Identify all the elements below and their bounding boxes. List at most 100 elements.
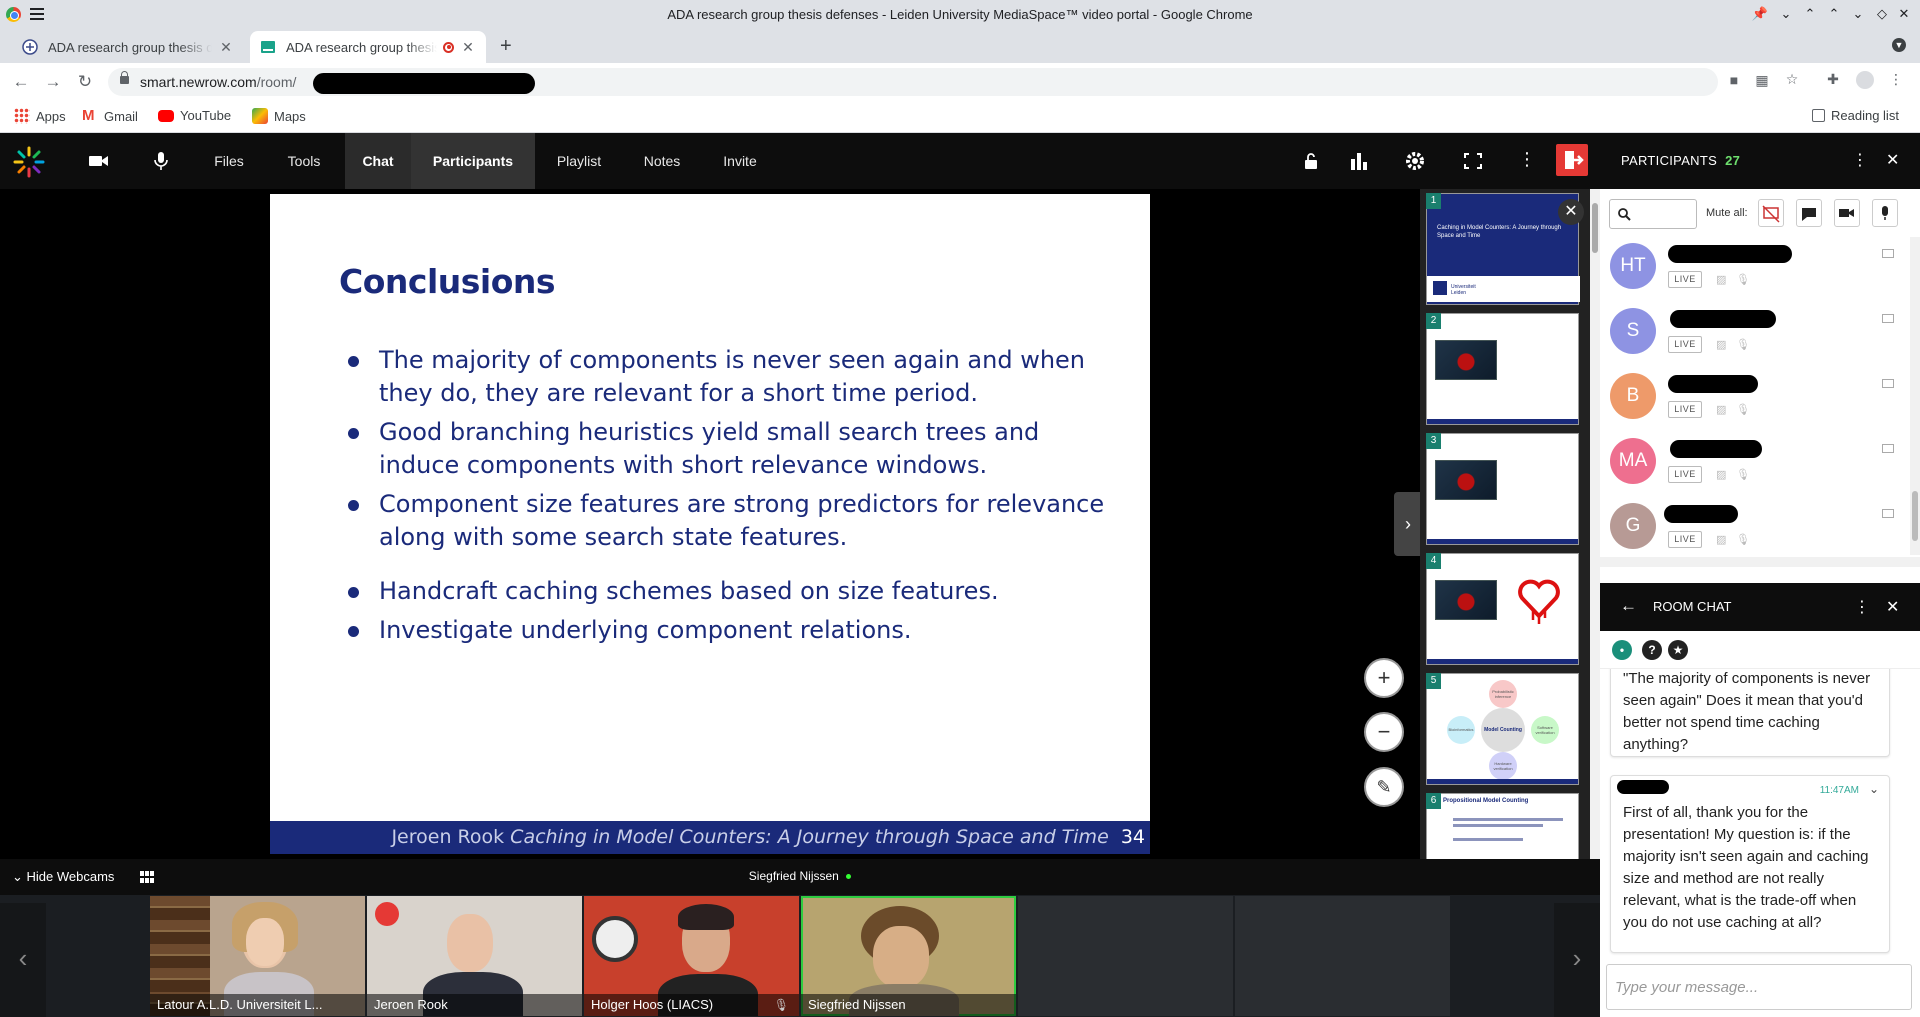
live-badge[interactable]: LIVE <box>1668 466 1702 483</box>
participant-options-icon[interactable] <box>1882 444 1894 453</box>
collapse-thumbnails-chevron-icon[interactable]: › <box>1394 492 1422 556</box>
slide-canvas[interactable]: Conclusions The majority of components i… <box>270 194 1150 854</box>
message-options-chevron-icon[interactable]: ⌄ <box>1869 778 1879 800</box>
nav-participants[interactable]: Participants <box>411 133 535 189</box>
extensions-puzzle-icon[interactable]: ✚ <box>1825 71 1841 87</box>
thumbnail-4[interactable]: 4 <box>1426 553 1579 665</box>
participant-row[interactable]: HT LIVE ▨ 🎙 <box>1600 237 1920 302</box>
participants-hscrollbar[interactable] <box>1600 557 1920 567</box>
diamond-icon[interactable]: ◇ <box>1872 6 1892 22</box>
back-arrow-icon[interactable]: ← <box>10 72 32 92</box>
participant-row[interactable]: S LIVE ▨ 🎙 <box>1600 302 1920 367</box>
settings-gear-icon[interactable] <box>1404 151 1426 171</box>
pin-icon[interactable]: 📌 <box>1750 6 1770 22</box>
scrollbar-thumb[interactable] <box>1912 491 1918 541</box>
microphone-icon[interactable] <box>150 151 172 171</box>
chrome-menu-icon[interactable]: ⋮ <box>1888 71 1904 87</box>
fullscreen-icon[interactable] <box>1462 151 1484 171</box>
thumbnails-scrollbar[interactable] <box>1590 189 1600 859</box>
tab-search-chevron-icon[interactable]: ▼ <box>1892 38 1906 52</box>
minimize-all-icon[interactable]: ⌄ <box>1776 6 1796 22</box>
more-options-icon[interactable]: ⋮ <box>1518 149 1536 170</box>
chat-message-input[interactable] <box>1607 965 1911 1009</box>
thumbnail-6[interactable]: 6 Propositional Model Counting <box>1426 793 1579 859</box>
scrollbar-thumb[interactable] <box>1592 203 1598 253</box>
thumbnail-1[interactable]: 1 Caching in Model Counters: A Journey t… <box>1426 193 1580 305</box>
minimize-icon[interactable]: ⌄ <box>1848 6 1868 22</box>
camera-in-use-icon[interactable]: ■ <box>1726 72 1742 88</box>
leave-room-button[interactable] <box>1556 144 1588 176</box>
camera-icon[interactable] <box>88 151 110 171</box>
webcam-prev-arrow-icon[interactable]: ‹ <box>0 903 46 1017</box>
participant-options-icon[interactable] <box>1882 379 1894 388</box>
reading-list[interactable]: Reading list <box>1812 108 1899 123</box>
mic-off-icon[interactable]: 🎙 <box>1736 338 1750 351</box>
unlock-icon[interactable] <box>1300 151 1322 171</box>
participant-row[interactable]: G LIVE ▨ 🎙 <box>1600 497 1920 562</box>
bookmark-apps[interactable]: Apps <box>14 108 66 124</box>
bookmark-youtube[interactable]: YouTube <box>158 108 231 123</box>
mic-off-icon[interactable]: 🎙 <box>1736 533 1750 546</box>
participant-row[interactable]: B LIVE ▨ 🎙 <box>1600 367 1920 432</box>
webcam-next-arrow-icon[interactable]: › <box>1554 903 1600 1017</box>
participant-row[interactable]: MA LIVE ▨ 🎙 <box>1600 432 1920 497</box>
camera-off-icon[interactable]: ▨ <box>1716 533 1726 546</box>
nav-playlist[interactable]: Playlist <box>548 133 610 189</box>
close-window-icon[interactable]: ✕ <box>1894 6 1914 22</box>
nav-tools[interactable]: Tools <box>276 133 332 189</box>
new-tab-plus-icon[interactable]: + <box>500 35 512 58</box>
bookmark-gmail[interactable]: M Gmail <box>82 108 138 124</box>
zoom-in-button[interactable]: + <box>1364 658 1404 698</box>
tab-close-icon[interactable]: ✕ <box>218 39 234 56</box>
webcam-tile[interactable]: Latour A.L.D. Universiteit L... <box>150 896 365 1016</box>
mute-all-screens-icon[interactable] <box>1758 199 1784 227</box>
tab-ada-2[interactable]: ADA research group thesis defenses ✕ <box>250 31 486 63</box>
tab-close-icon[interactable]: ✕ <box>460 39 476 56</box>
tab-ada-1[interactable]: ADA research group thesis defenses ✕ <box>12 31 244 63</box>
live-badge[interactable]: LIVE <box>1668 336 1702 353</box>
chat-close-icon[interactable]: ✕ <box>1886 597 1899 617</box>
profile-avatar-icon[interactable] <box>1856 71 1874 89</box>
mic-off-icon[interactable]: 🎙 <box>1736 273 1750 286</box>
participant-search-input[interactable] <box>1609 199 1697 229</box>
participants-close-icon[interactable]: ✕ <box>1886 150 1899 170</box>
participant-options-icon[interactable] <box>1882 509 1894 518</box>
reload-icon[interactable]: ↻ <box>74 72 96 92</box>
camera-off-icon[interactable]: ▨ <box>1716 338 1726 351</box>
restore-up-icon[interactable]: ⌃ <box>1800 6 1820 22</box>
favorites-star-icon[interactable]: ★ <box>1668 640 1688 660</box>
nav-invite[interactable]: Invite <box>714 133 766 189</box>
back-arrow-icon[interactable]: ← <box>1620 596 1637 616</box>
camera-off-icon[interactable]: ▨ <box>1716 468 1726 481</box>
mute-all-cameras-icon[interactable] <box>1834 199 1860 227</box>
participant-options-icon[interactable] <box>1882 314 1894 323</box>
mic-off-icon[interactable]: 🎙 <box>1736 468 1750 481</box>
mute-all-chat-icon[interactable] <box>1796 199 1822 227</box>
bookmark-star-icon[interactable]: ☆ <box>1784 71 1800 87</box>
forward-arrow-icon[interactable]: → <box>42 72 64 92</box>
nav-chat[interactable]: Chat <box>345 133 411 189</box>
close-slide-icon[interactable]: ✕ <box>1558 199 1584 225</box>
camera-off-icon[interactable]: ▨ <box>1716 273 1726 286</box>
thumbnail-5[interactable]: 5 Model Counting Probabilistic inference… <box>1426 673 1579 785</box>
thumbnail-3[interactable]: 3 <box>1426 433 1579 545</box>
mic-off-icon[interactable]: 🎙 <box>1736 403 1750 416</box>
nav-notes[interactable]: Notes <box>636 133 688 189</box>
annotate-pencil-icon[interactable]: ✎ <box>1364 767 1404 807</box>
webcam-tile[interactable]: Jeroen Rook <box>367 896 582 1016</box>
mute-all-mics-icon[interactable] <box>1872 199 1898 227</box>
poll-chart-icon[interactable] <box>1348 151 1370 171</box>
webcam-tile[interactable]: Holger Hoos (LIACS) 🎙 <box>584 896 799 1016</box>
live-badge[interactable]: LIVE <box>1668 401 1702 418</box>
questions-icon[interactable]: ? <box>1642 640 1662 660</box>
address-bar[interactable]: smart.newrow.com/room/ <box>108 68 1718 96</box>
bookmark-maps[interactable]: Maps <box>252 108 306 124</box>
zoom-out-button[interactable]: − <box>1364 712 1404 752</box>
live-badge[interactable]: LIVE <box>1668 531 1702 548</box>
chat-bubble-icon[interactable]: • <box>1612 640 1632 660</box>
webcam-tile-active[interactable]: Siegfried Nijssen <box>801 896 1016 1016</box>
participant-options-icon[interactable] <box>1882 249 1894 258</box>
participants-scrollbar[interactable] <box>1910 237 1920 555</box>
live-badge[interactable]: LIVE <box>1668 271 1702 288</box>
participants-menu-icon[interactable]: ⋮ <box>1852 150 1868 170</box>
